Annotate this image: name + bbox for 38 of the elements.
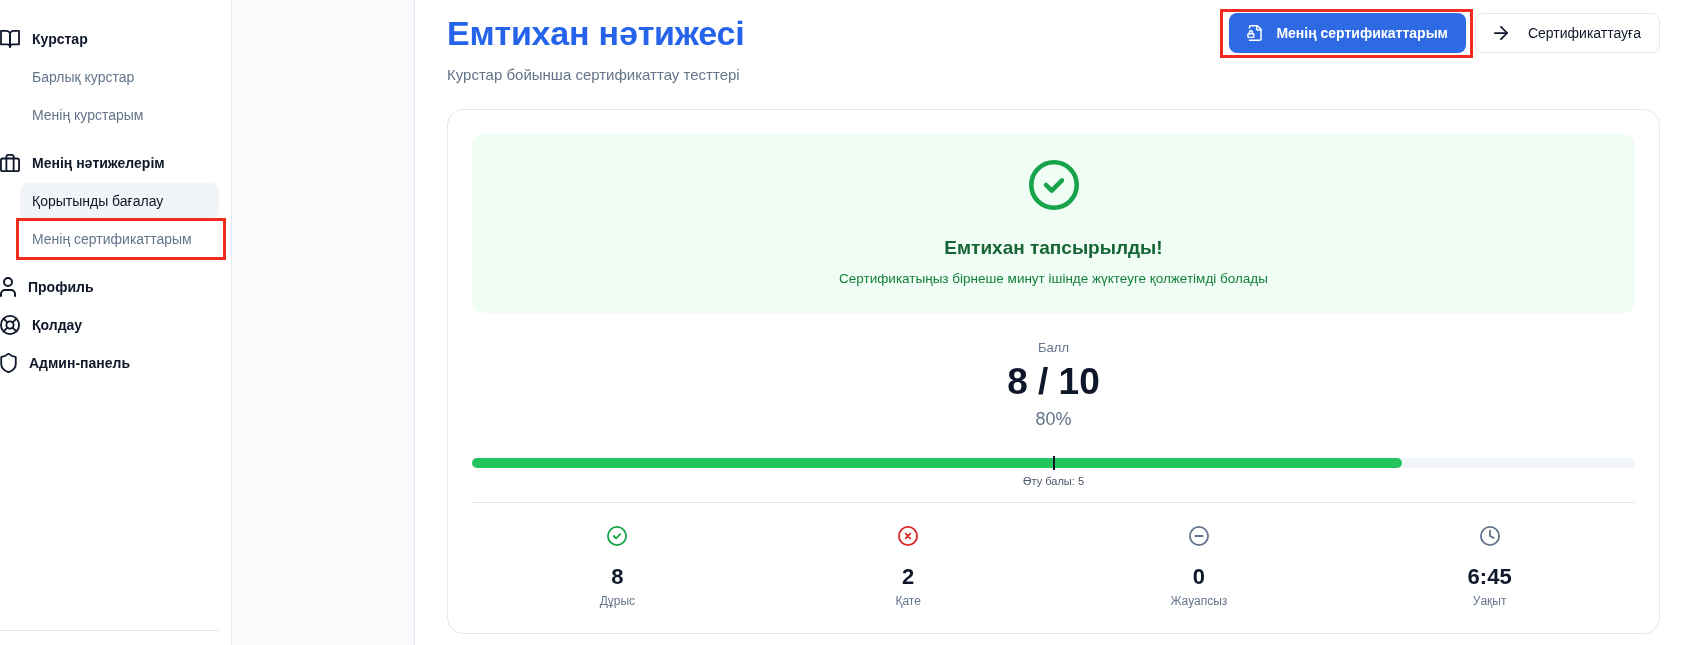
- stat-value: 2: [902, 563, 915, 591]
- stat-label: Қате: [895, 593, 921, 609]
- sidebar-item[interactable]: Менің нәтижелерім: [0, 145, 219, 181]
- stat-value: 6:45: [1467, 563, 1512, 591]
- pass-mark-label: Өту балы: 5: [1023, 474, 1084, 489]
- briefcase-icon: [0, 153, 20, 173]
- stat-label: Дұрыс: [599, 593, 636, 609]
- page-subtitle: Курстар бойынша сертификаттау тесттері: [447, 65, 741, 85]
- banner-title: Емтихан тапсырылды!: [944, 236, 1163, 260]
- certification-button[interactable]: Сертификаттауға: [1474, 13, 1660, 53]
- score-value: 8 / 10: [1007, 360, 1100, 404]
- sidebar-item[interactable]: Менің сертификаттарым: [20, 221, 219, 257]
- sidebar-item[interactable]: Профиль: [0, 269, 219, 305]
- banner-message: Сертификатыңыз бірнеше минут ішінде жүктеуге қолжетімді болады: [839, 270, 1268, 288]
- sidebar-item[interactable]: Барлық курстар: [20, 59, 219, 95]
- check-circle-icon: [607, 526, 628, 546]
- open-book-icon: [0, 30, 20, 48]
- score-percent: 80%: [1035, 408, 1072, 431]
- user-icon: [0, 277, 16, 297]
- stat-label: Жауапсыз: [1170, 593, 1228, 609]
- my-certificates-button[interactable]: Менің сертификаттарым: [1229, 13, 1466, 53]
- stat-value: 8: [611, 563, 624, 591]
- x-circle-icon: [898, 526, 919, 546]
- sidebar-item[interactable]: Курстар: [0, 21, 219, 57]
- file-lock-icon: [1247, 25, 1263, 41]
- shield-icon: [0, 353, 17, 373]
- sidebar-item[interactable]: Қорытынды бағалау: [20, 183, 219, 219]
- check-circle-icon: [1028, 160, 1079, 210]
- sidebar-item[interactable]: Қолдау: [0, 307, 219, 343]
- page-title: Емтихан нәтижесі: [447, 13, 745, 53]
- sidebar-item[interactable]: Админ-панель: [0, 345, 219, 381]
- score-label: Балл: [1038, 339, 1069, 357]
- lifebuoy-icon: [0, 315, 20, 335]
- stat-label: Уақыт: [1472, 593, 1507, 609]
- sidebar-item[interactable]: Менің курстарым: [20, 97, 219, 133]
- minus-circle-icon: [1188, 526, 1209, 546]
- stat-value: 0: [1192, 563, 1205, 591]
- clock-icon: [1479, 526, 1500, 546]
